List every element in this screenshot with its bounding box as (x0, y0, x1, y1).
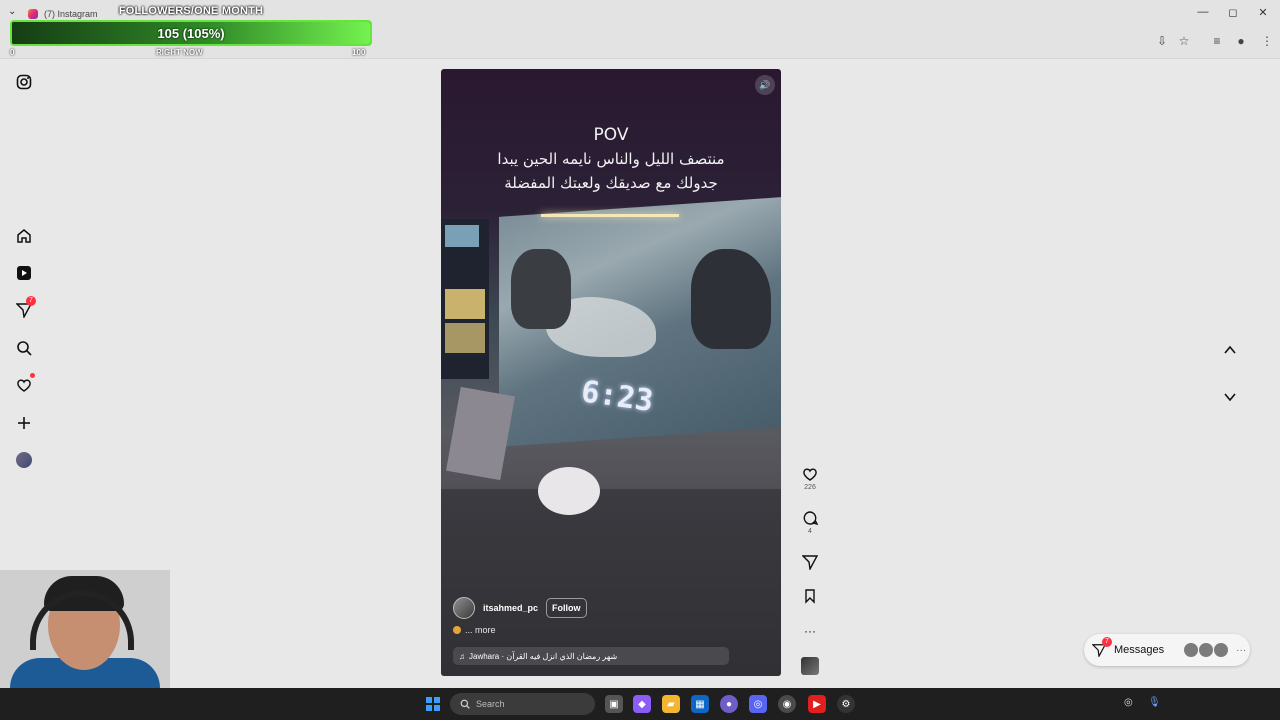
audio-thumbnail[interactable] (801, 657, 819, 675)
followers-progress-bar: 105 (105%) (10, 20, 372, 46)
discord-icon[interactable]: ◎ (749, 695, 767, 713)
video-frame-keyboard (446, 386, 515, 481)
followers-progress-text: 105 (105%) (157, 25, 225, 41)
tray-icon[interactable]: ◎ (1124, 697, 1133, 708)
message-avatar (1199, 643, 1214, 657)
reels-icon[interactable] (12, 261, 36, 285)
more-options-action[interactable]: ··· (797, 624, 823, 638)
copilot-icon[interactable]: ◆ (633, 695, 651, 713)
install-app-icon[interactable]: ⇩ (1154, 34, 1170, 48)
video-frame-light-bar (541, 214, 679, 217)
close-window-button[interactable]: ✕ (1256, 6, 1270, 19)
reel-overlay-text: POV منتصف الليل والناس نايمه الحين يبدا … (441, 123, 781, 195)
progress-scale-right: 100 (352, 48, 366, 57)
followers-overlay-title: FOLLOWERS/ONE MONTH (118, 5, 264, 17)
sound-toggle-button[interactable]: 🔊 (755, 75, 775, 95)
create-plus-icon[interactable] (12, 411, 36, 435)
messages-avatars (1184, 643, 1229, 657)
microphone-icon[interactable]: 🎙 (1148, 697, 1161, 708)
profile-avatar-icon[interactable]: ● (1233, 34, 1249, 48)
music-note-icon: ♫ (459, 651, 465, 661)
progress-scale-left: 0 (10, 48, 15, 57)
direct-messages-icon[interactable]: 7 (12, 296, 36, 322)
profile-avatar[interactable] (12, 448, 36, 472)
reel-video-player[interactable]: 6:23 🔊 POV منتصف الليل والناس نايمه الحي… (441, 69, 781, 676)
message-avatar (1184, 643, 1199, 657)
media-control-icon[interactable]: ≡ (1209, 34, 1225, 48)
caption-row[interactable]: ... more (453, 625, 773, 635)
streamer-webcam (0, 570, 170, 688)
chevron-down-icon (1224, 393, 1236, 402)
messages-badge: 7 (1102, 637, 1112, 647)
youtube-icon[interactable]: ▶ (808, 695, 826, 713)
next-reel-button[interactable] (1218, 385, 1242, 409)
video-frame-side-screen (441, 219, 489, 379)
windows-taskbar: Search ▣ ◆ ▰ ▦ ● ◎ ◉ ▶ ⚙ ◎ 🎙 (0, 688, 1280, 720)
chevron-up-icon (1224, 345, 1236, 354)
maximize-button[interactable]: ◻ (1226, 6, 1240, 19)
progress-scale-mid: RIGHT NOW (156, 48, 203, 57)
chrome-icon[interactable]: ◉ (778, 695, 796, 713)
taskbar-search-icon (460, 699, 470, 709)
bookmark-icon (805, 589, 815, 604)
comment-bubble-icon (803, 511, 818, 525)
taskbar-search-placeholder: Search (476, 699, 505, 709)
side-screen-thumb-2 (445, 289, 485, 319)
like-action[interactable]: 226 (797, 466, 823, 491)
audio-track-pill[interactable]: ♫ Jawhara · شهر رمضان الذي انزل فيه القر… (453, 647, 729, 665)
messages-label: Messages (1114, 644, 1165, 656)
pov-line: POV (593, 125, 629, 145)
comment-action[interactable]: 4 (797, 510, 823, 535)
messages-more-icon: ··· (1236, 644, 1247, 656)
reel-caption-area: itsahmed_pc Follow ... more (453, 597, 773, 635)
minimize-button[interactable]: — (1196, 6, 1210, 18)
caption-emoji-icon (453, 626, 461, 634)
task-view-icon[interactable]: ▣ (605, 695, 623, 713)
messages-widget[interactable]: 7 Messages ··· (1084, 634, 1250, 666)
file-explorer-icon[interactable]: ▰ (662, 695, 680, 713)
ellipsis-icon: ··· (804, 624, 816, 638)
notification-dot (30, 373, 35, 378)
home-icon[interactable] (12, 224, 36, 248)
speaker-icon: 🔊 (759, 79, 771, 90)
video-frame-left-hand (511, 249, 571, 329)
browser-menu-icon[interactable]: ⋮ (1259, 34, 1275, 48)
previous-reel-button[interactable] (1218, 338, 1242, 362)
author-avatar[interactable] (453, 597, 475, 619)
obs-icon[interactable]: ● (720, 695, 738, 713)
dm-notification-badge: 7 (26, 296, 36, 306)
video-frame-mouse (538, 467, 600, 515)
message-avatar (1214, 643, 1229, 657)
side-screen-thumb-3 (445, 323, 485, 353)
side-screen-thumb-1 (445, 225, 479, 247)
comment-count: 4 (808, 528, 812, 535)
like-heart-icon (803, 468, 817, 481)
caption-more-link[interactable]: ... more (465, 625, 496, 635)
save-action[interactable] (797, 588, 823, 604)
notifications-heart-icon[interactable] (12, 373, 36, 397)
bookmark-star-icon[interactable]: ☆ (1176, 34, 1192, 48)
share-action[interactable] (797, 554, 823, 570)
search-icon[interactable] (12, 336, 36, 360)
steam-icon[interactable]: ⚙ (837, 695, 855, 713)
author-row: itsahmed_pc Follow (453, 597, 773, 619)
follow-button[interactable]: Follow (546, 598, 587, 618)
like-count: 226 (804, 484, 816, 491)
instagram-logo-icon[interactable] (12, 70, 36, 94)
share-paper-plane-icon (802, 555, 818, 570)
store-icon[interactable]: ▦ (691, 695, 709, 713)
audio-track-text: Jawhara · شهر رمضان الذي انزل فيه القرآن (469, 651, 618, 661)
video-frame-right-hand (691, 249, 771, 349)
start-menu-icon[interactable] (426, 697, 440, 711)
author-username[interactable]: itsahmed_pc (483, 603, 538, 613)
overlay-line-3: جدولك مع صديقك ولعبتك المفضلة (504, 174, 718, 192)
overlay-line-2: منتصف الليل والناس نايمه الحين يبدا (497, 150, 725, 168)
taskbar-search-box[interactable]: Search (450, 693, 595, 715)
